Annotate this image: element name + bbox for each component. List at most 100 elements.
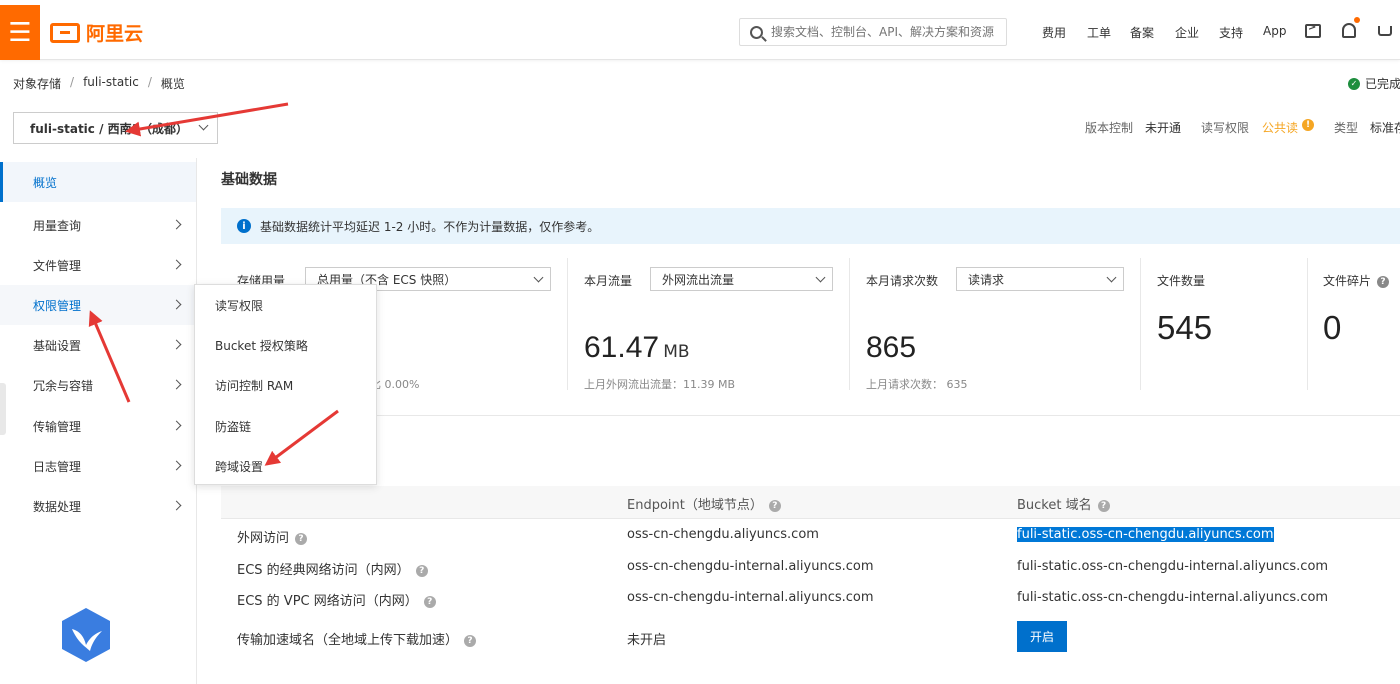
sidebar-item-logs[interactable]: 日志管理 <box>0 446 196 486</box>
aliyun-logo[interactable]: 阿里云 <box>50 19 143 46</box>
help-icon[interactable]: ? <box>1377 275 1390 288</box>
traffic-select[interactable]: 外网流出流量 <box>650 267 833 291</box>
requests-label: 本月请求次数 <box>866 274 939 288</box>
traffic-unit: MB <box>663 342 690 362</box>
help-icon[interactable]: ? <box>295 532 308 545</box>
bird-badge-icon[interactable] <box>60 607 112 663</box>
table-row-name: 传输加速域名（全地域上传下载加速）? <box>237 629 477 648</box>
help-icon[interactable]: ? <box>768 499 781 512</box>
cart-icon[interactable] <box>1378 26 1392 36</box>
check-circle-icon: ✓ <box>1348 77 1360 90</box>
sidebar-collapse-handle[interactable] <box>0 383 6 435</box>
version-control-value: 未开通 <box>1145 121 1182 135</box>
nav-tickets[interactable]: 工单 <box>1087 24 1111 41</box>
breadcrumb-bucket[interactable]: fuli-static <box>83 75 139 92</box>
domain-table-header <box>221 486 1400 519</box>
help-icon[interactable]: ? <box>423 595 436 608</box>
table-row-domain[interactable]: fuli-static.oss-cn-chengdu-internal.aliy… <box>1017 559 1328 574</box>
col-domain-text: Bucket 域名 <box>1017 498 1092 513</box>
table-row-endpoint: oss-cn-chengdu-internal.aliyuncs.com <box>627 559 874 574</box>
sidebar-item-label: 冗余与容错 <box>33 378 94 393</box>
nav-fees[interactable]: 费用 <box>1042 24 1066 41</box>
chevron-right-icon <box>171 379 182 390</box>
popup-item-bucket-policy[interactable]: Bucket 授权策略 <box>215 337 308 354</box>
acl-value: 公共读 <box>1262 121 1299 135</box>
nav-enterprise[interactable]: 企业 <box>1175 24 1199 41</box>
search-input[interactable] <box>771 25 1001 39</box>
breadcrumb-oss[interactable]: 对象存储 <box>13 75 61 92</box>
sidebar-item-data-processing[interactable]: 数据处理 <box>0 486 196 526</box>
chevron-right-icon <box>171 259 182 270</box>
nav-app[interactable]: App <box>1263 24 1286 38</box>
help-icon[interactable]: ? <box>415 564 428 577</box>
sidebar-item-files[interactable]: 文件管理 <box>0 245 196 285</box>
traffic-value: 61.47 MB <box>584 331 690 365</box>
sidebar-item-label: 文件管理 <box>33 258 82 273</box>
row-name-text: ECS 的 VPC 网络访问（内网） <box>237 594 418 609</box>
bucket-selector-value: fuli-static / 西南1（成都） <box>30 121 188 136</box>
divider <box>1307 258 1308 390</box>
traffic-select-value: 外网流出流量 <box>662 272 735 287</box>
table-row-name: ECS 的 VPC 网络访问（内网）? <box>237 590 436 609</box>
sidebar-item-label: 数据处理 <box>33 499 82 514</box>
breadcrumb-separator: / <box>147 75 152 89</box>
aliyun-logo-icon <box>50 22 80 43</box>
chevron-down-icon <box>533 272 544 283</box>
sidebar-item-label: 用量查询 <box>33 218 82 233</box>
section-title: 基础数据 <box>221 172 277 188</box>
terminal-icon[interactable] <box>1305 22 1321 38</box>
row-name-text: 传输加速域名（全地域上传下载加速） <box>237 633 459 648</box>
table-row-endpoint: 未开启 <box>627 633 667 648</box>
status-done: ✓ 已完成 <box>1348 75 1400 92</box>
table-row-endpoint: oss-cn-chengdu.aliyuncs.com <box>627 527 819 542</box>
help-icon[interactable]: ? <box>1097 499 1110 512</box>
popup-item-hotlink[interactable]: 防盗链 <box>215 418 251 435</box>
hamburger-icon[interactable]: ☰ <box>0 5 40 60</box>
sidebar-item-overview[interactable]: 概览 <box>0 162 196 202</box>
divider <box>849 258 850 390</box>
traffic-label: 本月流量 <box>584 274 633 288</box>
fragments-label: 文件碎片? <box>1323 272 1390 289</box>
logo-text: 阿里云 <box>86 23 144 45</box>
traffic-sub: 上月外网流出流量：11.39 MB <box>584 378 736 391</box>
acl-label: 读写权限 <box>1201 121 1250 135</box>
fragments-number: 0 <box>1323 309 1342 346</box>
row-name-text: ECS 的经典网络访问（内网） <box>237 563 410 578</box>
sidebar-item-redundancy[interactable]: 冗余与容错 <box>0 365 196 405</box>
chevron-right-icon <box>171 339 182 350</box>
sidebar-item-label: 日志管理 <box>33 459 82 474</box>
row-name-text: 外网访问 <box>237 531 290 546</box>
col-domain: Bucket 域名? <box>1017 494 1110 513</box>
search-icon <box>750 25 763 39</box>
sidebar-item-usage[interactable]: 用量查询 <box>0 205 196 245</box>
search-box[interactable] <box>739 18 1007 46</box>
help-icon[interactable]: ? <box>464 634 477 647</box>
warning-icon[interactable]: ! <box>1302 119 1314 131</box>
chevron-down-icon <box>198 120 209 131</box>
status-done-text: 已完成 <box>1365 77 1400 91</box>
popup-item-ram[interactable]: 访问控制 RAM <box>215 377 293 394</box>
requests-select[interactable]: 读请求 <box>956 267 1124 291</box>
version-control-label: 版本控制 <box>1085 121 1134 135</box>
files-number: 545 <box>1157 309 1213 346</box>
col-endpoint: Endpoint（地域节点）? <box>627 494 781 513</box>
sidebar-item-basic-settings[interactable]: 基础设置 <box>0 325 196 365</box>
bell-icon[interactable] <box>1342 23 1356 38</box>
nav-icp[interactable]: 备案 <box>1130 24 1154 41</box>
permissions-popup-menu: 读写权限 Bucket 授权策略 访问控制 RAM 防盗链 跨域设置 <box>194 284 377 485</box>
sidebar-item-permissions[interactable]: 权限管理 <box>0 285 196 325</box>
enable-acceleration-button[interactable]: 开启 <box>1017 621 1067 652</box>
bucket-selector[interactable]: fuli-static / 西南1（成都） <box>13 112 218 144</box>
popup-item-cors[interactable]: 跨域设置 <box>215 458 263 475</box>
notice-text: 基础数据统计平均延迟 1-2 小时。不作为计量数据，仅作参考。 <box>260 219 600 234</box>
popup-item-acl[interactable]: 读写权限 <box>215 297 263 314</box>
breadcrumb: 对象存储 / fuli-static / 概览 <box>13 75 185 92</box>
nav-support[interactable]: 支持 <box>1219 24 1243 41</box>
sidebar-item-transfer[interactable]: 传输管理 <box>0 406 196 446</box>
table-row-domain[interactable]: fuli-static.oss-cn-chengdu.aliyuncs.com <box>1017 527 1274 542</box>
sidebar-item-label: 概览 <box>33 175 58 190</box>
requests-sub: 上月请求次数： 635 <box>866 378 968 391</box>
notification-dot <box>1354 17 1360 23</box>
table-row-domain[interactable]: fuli-static.oss-cn-chengdu-internal.aliy… <box>1017 590 1328 605</box>
sidebar-item-label: 传输管理 <box>33 419 82 434</box>
